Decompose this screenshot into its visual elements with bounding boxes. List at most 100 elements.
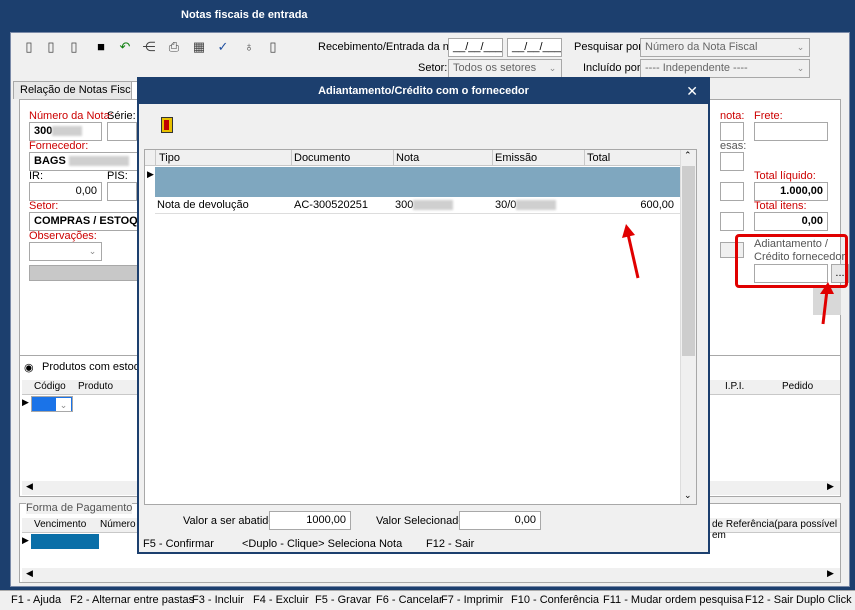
date-from-field[interactable]: __/__/____ bbox=[448, 38, 503, 57]
scroll-left-icon[interactable]: ◀ bbox=[26, 481, 33, 492]
scroll-thumb[interactable] bbox=[682, 166, 695, 356]
hotkey-imprimir: F7 - Imprimir bbox=[441, 594, 504, 606]
row-indicator-icon: ▶ bbox=[22, 535, 29, 545]
valor-abatido-field[interactable]: 1000,00 bbox=[269, 511, 351, 530]
date-to-field[interactable]: __/__/____ bbox=[507, 38, 562, 57]
hotkey-gravar: F5 - Gravar bbox=[315, 594, 372, 606]
scroll-right-icon[interactable]: ▶ bbox=[827, 481, 834, 492]
col-vencimento: Vencimento bbox=[34, 519, 87, 530]
obs-select[interactable]: ⌄ bbox=[29, 242, 102, 261]
col-pedido: Pedido bbox=[782, 381, 814, 392]
new-document-icon[interactable]: ▯ bbox=[21, 39, 37, 55]
exit-door-icon[interactable] bbox=[161, 117, 173, 133]
valor-selecionado-field: 0,00 bbox=[459, 511, 541, 530]
col-referencia: de Referência(para possível em bbox=[712, 519, 838, 541]
spellcheck-icon[interactable]: ✓ bbox=[215, 39, 231, 55]
credit-row[interactable]: Nota de devolução AC-300520251 300 30/0 … bbox=[155, 197, 680, 214]
pesquisar-select[interactable]: Número da Nota Fiscal ⌄ bbox=[640, 38, 810, 57]
status-bar: F1 - Ajuda F2 - Alternar entre pastas F3… bbox=[0, 590, 855, 610]
field-partial-1[interactable] bbox=[720, 182, 744, 201]
chevron-down-icon: ⌄ bbox=[88, 246, 97, 256]
exit-icon[interactable]: ▯ bbox=[265, 39, 281, 55]
dialog-title: Adiantamento/Crédito com o fornecedor bbox=[318, 85, 529, 97]
valor-selecionado-label: Valor Selecionado: bbox=[376, 515, 468, 527]
cell-tipo: Nota de devolução bbox=[157, 199, 249, 211]
setor-filter-label: Setor: bbox=[418, 62, 448, 74]
credit-grid-header: Tipo Documento Nota Emissão Total bbox=[145, 150, 680, 166]
scroll-left-icon[interactable]: ◀ bbox=[26, 568, 33, 579]
selected-row[interactable] bbox=[155, 167, 680, 197]
total-liquido-label: Total líquido: bbox=[754, 170, 816, 182]
serie-field[interactable] bbox=[107, 122, 137, 141]
save-icon[interactable]: ■ bbox=[93, 39, 109, 55]
edit-document-icon[interactable]: ▯ bbox=[43, 39, 59, 55]
produtos-radio-label: Produtos com estoque bbox=[42, 361, 153, 373]
obs-label: Observações: bbox=[29, 230, 97, 242]
app-titlebar: Notas fiscais de entrada bbox=[0, 0, 855, 32]
close-icon[interactable]: ✕ bbox=[686, 79, 698, 104]
scroll-right-icon[interactable]: ▶ bbox=[827, 568, 834, 579]
credit-grid-scrollbar[interactable]: ⌃ ⌄ bbox=[680, 150, 696, 504]
calculator-icon[interactable]: ▦ bbox=[191, 39, 207, 55]
cell-total: 600,00 bbox=[640, 199, 674, 211]
despesas-field[interactable] bbox=[720, 152, 744, 171]
pagamento-hscrollbar[interactable]: ◀ ▶ bbox=[22, 568, 840, 582]
col-documento: Documento bbox=[294, 152, 351, 164]
cell-documento: AC-300520251 bbox=[294, 199, 369, 211]
credit-grid: Tipo Documento Nota Emissão Total ▶ Nota… bbox=[144, 149, 697, 505]
hotkey-mudar-ordem: F11 - Mudar ordem pesquisa bbox=[603, 594, 744, 606]
fornecedor-field[interactable]: BAGS bbox=[29, 152, 139, 171]
ir-label: IR: bbox=[29, 170, 44, 182]
annotation-arrow-icon bbox=[622, 224, 640, 279]
money-bag-icon[interactable]: ♁ bbox=[241, 39, 257, 55]
vencimento-cell[interactable] bbox=[31, 534, 99, 549]
total-liquido-field: 1.000,00 bbox=[754, 182, 828, 201]
setor-filter-value: Todos os setores bbox=[453, 62, 537, 74]
field-partial-2[interactable] bbox=[720, 212, 744, 231]
row-indicator-icon: ▶ bbox=[147, 169, 154, 179]
row-indicator-icon: ▶ bbox=[22, 397, 29, 407]
pagamento-label: Forma de Pagamento bbox=[26, 502, 133, 514]
pis-field[interactable] bbox=[107, 182, 137, 201]
pesquisar-label: Pesquisar por: bbox=[574, 41, 645, 53]
total-itens-field: 0,00 bbox=[754, 212, 828, 231]
numero-label: Número da Nota: bbox=[29, 110, 113, 122]
incluido-value: ---- Independente ---- bbox=[645, 62, 748, 74]
scroll-up-icon[interactable]: ⌃ bbox=[684, 150, 692, 161]
chevron-down-icon: ⌄ bbox=[796, 42, 805, 52]
adiantamento-dialog: Adiantamento/Crédito com o fornecedor ✕ … bbox=[137, 77, 710, 554]
frete-field[interactable] bbox=[754, 122, 828, 141]
hotkey-cancelar: F6 - Cancelar bbox=[376, 594, 443, 606]
ir-field[interactable]: 0,00 bbox=[29, 182, 102, 201]
valor-abatido-label: Valor a ser abatido: bbox=[183, 515, 278, 527]
obs-area[interactable] bbox=[29, 265, 139, 281]
total-itens-label: Total itens: bbox=[754, 200, 807, 212]
copy-document-icon[interactable]: ▯ bbox=[66, 39, 82, 55]
annotation-arrow-icon bbox=[820, 282, 834, 325]
col-nota: Nota bbox=[396, 152, 420, 164]
hotkey-sair: F12 - Sair bbox=[745, 594, 794, 606]
hotkey-conferencia: F10 - Conferência bbox=[511, 594, 600, 606]
incluido-select[interactable]: ---- Independente ---- ⌄ bbox=[640, 59, 810, 78]
hotkey-excluir: F4 - Excluir bbox=[253, 594, 309, 606]
chevron-down-icon: ⌄ bbox=[548, 63, 557, 73]
cell-nota: 300 bbox=[395, 199, 454, 211]
despesas-label: esas: bbox=[720, 140, 747, 152]
setor-filter-select[interactable]: Todos os setores ⌄ bbox=[448, 59, 562, 78]
col-tipo: Tipo bbox=[159, 152, 180, 164]
hotkey-alternar: F2 - Alternar entre pastas bbox=[70, 594, 195, 606]
recebimento-label: Recebimento/Entrada da nota: bbox=[318, 41, 468, 53]
hotkey-ajuda: F1 - Ajuda bbox=[11, 594, 62, 606]
produtos-radio-icon[interactable]: ◉ bbox=[24, 361, 34, 374]
print-icon[interactable]: ⎙ bbox=[166, 39, 182, 55]
codigo-select[interactable]: ⌄ bbox=[31, 396, 73, 412]
setor-label: Setor: bbox=[29, 200, 59, 212]
fornecedor-label: Fornecedor: bbox=[29, 140, 89, 152]
col-produto: Produto bbox=[78, 381, 114, 392]
undo-icon[interactable]: ↶ bbox=[117, 39, 133, 55]
scroll-down-icon[interactable]: ⌄ bbox=[684, 490, 692, 501]
numero-field[interactable]: 300 bbox=[29, 122, 102, 141]
nota-field[interactable] bbox=[720, 122, 744, 141]
setor-field[interactable]: COMPRAS / ESTOQUE bbox=[29, 212, 139, 231]
tree-icon[interactable]: ⋲ bbox=[141, 39, 157, 55]
